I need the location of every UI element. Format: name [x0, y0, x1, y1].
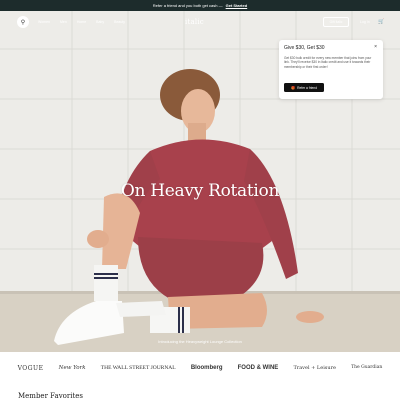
hero-title: On Heavy Rotation	[120, 181, 280, 201]
refer-friend-label: Refer a friend	[297, 85, 318, 90]
nav-item-men[interactable]: Men	[60, 20, 67, 24]
hero-subtitle-link[interactable]: Introducing the Heavyweight Lounge Colle…	[0, 339, 400, 344]
site-logo[interactable]: italic	[185, 18, 204, 26]
press-logo-food-wine: FOOD & WINE	[237, 365, 279, 371]
section-title: Member Favorites	[18, 392, 83, 400]
popup-title: Give $30, Get $30	[284, 45, 325, 51]
referral-popup: Give $30, Get $30 × Get $30 bulk credit …	[279, 40, 383, 99]
gift-icon: 🎁	[290, 85, 296, 90]
search-icon: ⚲	[20, 19, 26, 26]
press-logo-guardian: The Guardian	[351, 365, 383, 370]
cart-icon[interactable]: 🛒	[378, 19, 384, 25]
site-header: ⚲ Women Men Home Baby Beauty italic Gift…	[0, 11, 400, 33]
press-logo-vogue: VOGUE	[17, 364, 44, 372]
press-logo-travel-leisure: Travel + Leisure	[293, 365, 336, 371]
search-button[interactable]: ⚲	[17, 16, 29, 28]
close-icon[interactable]: ×	[374, 44, 377, 50]
nav-item-beauty[interactable]: Beauty	[114, 20, 125, 24]
press-logos: VOGUE New York THE WALL STREET JOURNAL B…	[0, 352, 400, 384]
popup-body: Get $30 bulk credit for every new member…	[284, 56, 372, 69]
nav-item-baby[interactable]: Baby	[96, 20, 104, 24]
nav-item-home[interactable]: Home	[77, 20, 86, 24]
refer-friend-button[interactable]: 🎁 Refer a friend	[284, 83, 324, 92]
main-nav: Women Men Home Baby Beauty	[38, 20, 125, 24]
gift-button[interactable]: Gift Italic	[323, 17, 349, 27]
login-link[interactable]: Log In	[360, 20, 370, 24]
announcement-cta-link[interactable]: Get Started	[226, 3, 248, 8]
nav-item-women[interactable]: Women	[38, 20, 50, 24]
press-logo-wsj: THE WALL STREET JOURNAL	[100, 365, 176, 371]
press-logo-bloomberg: Bloomberg	[190, 365, 223, 371]
announcement-text: Refer a friend and you both get cash —	[152, 3, 223, 8]
press-logo-new-york: New York	[58, 365, 86, 371]
announcement-bar: Refer a friend and you both get cash — G…	[0, 0, 400, 11]
